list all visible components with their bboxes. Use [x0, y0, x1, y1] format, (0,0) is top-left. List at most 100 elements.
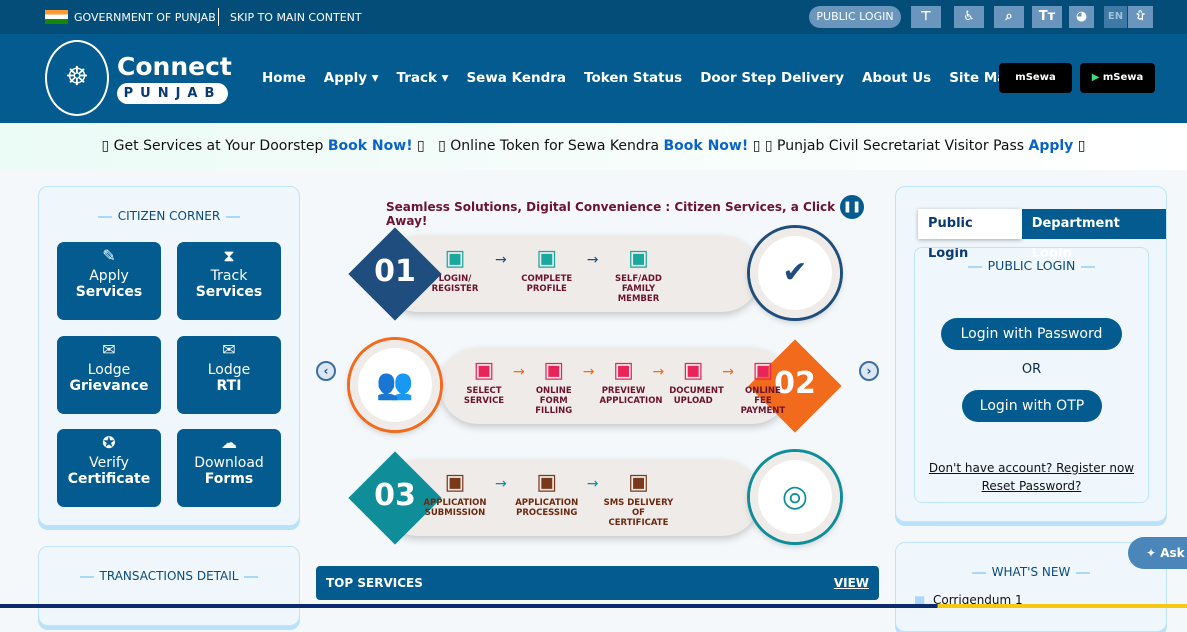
- process-step: ▣ COMPLETE PROFILE: [512, 244, 582, 294]
- citizen-icon: ✪: [102, 433, 116, 452]
- accessibility-icon[interactable]: ♿: [954, 6, 984, 28]
- citizen-button-bottom: Certificate: [67, 471, 151, 487]
- skip-to-main-link[interactable]: SKIP TO MAIN CONTENT: [230, 11, 362, 24]
- citizen-corner-panel: CITIZEN CORNER ✎ Apply Services ⧗ Track Servi…: [38, 186, 300, 526]
- step-label: ONLINE FORM FILLING: [535, 386, 573, 416]
- arrow-icon: →: [586, 476, 599, 492]
- punjab-emblem-logo[interactable]: ☸: [45, 40, 109, 116]
- citizen-button-verify-certificate[interactable]: ✪ Verify Certificate: [57, 429, 161, 507]
- divider: [218, 8, 219, 26]
- ask-assistant-button[interactable]: ✦ Ask: [1128, 537, 1187, 569]
- transactions-title: TRANSACTIONS DETAIL: [39, 569, 299, 583]
- text-size-icon[interactable]: Tт: [1032, 6, 1062, 28]
- carousel-prev-button[interactable]: ‹: [316, 361, 336, 381]
- nav-token-status[interactable]: Token Status: [584, 70, 682, 86]
- step-label: COMPLETE PROFILE: [521, 274, 573, 294]
- citizen-button-download-forms[interactable]: ☁ Download Forms: [177, 429, 281, 507]
- process-row-02: 02 👥 ▣ SELECT SERVICE → ▣ ONLINE FORM FILLIN…: [350, 338, 842, 434]
- step-icon: ▣: [613, 358, 634, 383]
- palette-icon[interactable]: ◕: [1069, 6, 1094, 28]
- language-punjabi-button[interactable]: ਪੰ: [1128, 6, 1153, 28]
- step-number: 01: [374, 254, 416, 289]
- apply-link[interactable]: Apply: [1029, 138, 1074, 154]
- nav-home[interactable]: Home: [262, 70, 306, 86]
- step-label: SELF/ADD FAMILY MEMBER: [614, 274, 662, 304]
- top-services-bar: TOP SERVICES VIEW: [316, 566, 879, 600]
- process-step: ▣ ONLINE FORM FILLING: [530, 356, 578, 416]
- ticker-text: Online Token for Sewa Kendra: [450, 138, 664, 154]
- login-with-otp-button[interactable]: Login with OTP: [962, 390, 1102, 422]
- step-icon: ▣: [543, 358, 565, 383]
- language-en-button[interactable]: EN: [1104, 6, 1127, 28]
- ticker-text: Punjab Civil Secretariat Visitor Pass: [777, 138, 1029, 154]
- step-icon: ▣: [536, 246, 558, 271]
- search-icon[interactable]: ⌕: [994, 6, 1024, 28]
- box-glyph: ▯: [752, 138, 761, 154]
- view-link[interactable]: VIEW: [834, 576, 869, 590]
- step-label: LOGIN/ REGISTER: [431, 274, 479, 294]
- citizen-button-track-services[interactable]: ⧗ Track Services: [177, 242, 281, 320]
- step-label: PREVIEW APPLICATION: [599, 386, 663, 406]
- nav-about-us[interactable]: About Us: [862, 70, 931, 86]
- step-icon: ▣: [682, 358, 704, 383]
- group-icon: 👥: [350, 340, 440, 430]
- step-label: DOCUMENT UPLOAD: [669, 386, 724, 406]
- box-glyph: ▯: [438, 138, 446, 154]
- location-check-icon: ✔: [750, 228, 840, 318]
- citizen-button-top: Lodge: [207, 362, 251, 378]
- play-store-button[interactable]: ▶ mSewa: [1080, 63, 1155, 93]
- citizen-button-lodge-rti[interactable]: ✉ Lodge RTI: [177, 336, 281, 414]
- step-icon: ▣: [444, 470, 466, 495]
- nav-apply[interactable]: Apply ▾: [324, 70, 379, 86]
- tab-public-login[interactable]: Public Login: [918, 209, 1022, 261]
- citizen-button-top: Track: [210, 268, 248, 284]
- process-steps: ▣ LOGIN/ REGISTER → ▣ COMPLETE PROFILE → ▣ SELF…: [420, 244, 673, 304]
- citizen-corner-title: CITIZEN CORNER: [39, 209, 299, 223]
- play-store-label: mSewa: [1102, 72, 1144, 83]
- citizen-button-bottom: Services: [75, 284, 143, 300]
- process-step: ▣ ONLINE FEE PAYMENT: [739, 356, 787, 416]
- ask-label: Ask: [1160, 546, 1185, 560]
- nav-sewa-kendra[interactable]: Sewa Kendra: [466, 70, 566, 86]
- sitemap-icon[interactable]: ⊤: [911, 6, 941, 28]
- nav-track[interactable]: Track ▾: [396, 70, 448, 86]
- services-banner: Seamless Solutions, Digital Convenience …: [316, 186, 879, 566]
- government-label: GOVERNMENT OF PUNJAB: [74, 11, 216, 24]
- step-icon: ▣: [628, 470, 649, 495]
- step-number: 03: [374, 478, 416, 513]
- tab-department-login[interactable]: Department Login: [1021, 209, 1166, 261]
- citizen-button-top: Download: [194, 455, 264, 471]
- public-login-title: PUBLIC LOGIN: [915, 258, 1148, 273]
- step-icon: ▣: [444, 246, 466, 271]
- book-now-link[interactable]: Book Now!: [664, 138, 749, 154]
- citizen-button-lodge-grievance[interactable]: ✉ Lodge Grievance: [57, 336, 161, 414]
- carousel-next-button[interactable]: ›: [859, 361, 879, 381]
- app-store-button[interactable]: mSewa: [999, 63, 1072, 93]
- process-step: ▣ SELF/ADD FAMILY MEMBER: [603, 244, 673, 304]
- login-with-password-button[interactable]: Login with Password: [941, 318, 1122, 350]
- brand-sub: PUNJAB: [117, 83, 228, 104]
- reset-password-link[interactable]: Reset Password?: [915, 479, 1148, 493]
- process-step: ▣ APPLICATION PROCESSING: [512, 468, 582, 518]
- process-step: ▣ SELECT SERVICE: [460, 356, 508, 406]
- citizen-button-apply-services[interactable]: ✎ Apply Services: [57, 242, 161, 320]
- process-row-03: 03 ◎ ▣ APPLICATION SUBMISSION → ▣ APPLICATIO…: [348, 450, 840, 546]
- brand-name[interactable]: Connect: [117, 52, 232, 81]
- step-icon: ▣: [473, 358, 495, 383]
- box-glyph: ▯: [764, 138, 773, 154]
- citizen-icon: ☁: [221, 433, 237, 452]
- main-nav: ☸ Connect PUNJAB Home Apply ▾ Track ▾ Se…: [0, 34, 1187, 123]
- arrow-icon: →: [722, 364, 734, 380]
- step-icon: ▣: [628, 246, 649, 271]
- process-steps: ▣ APPLICATION SUBMISSION → ▣ APPLICATION PRO…: [420, 468, 673, 528]
- step-label: APPLICATION SUBMISSION: [423, 498, 487, 518]
- nav-door-step-delivery[interactable]: Door Step Delivery: [700, 70, 844, 86]
- public-login-button[interactable]: PUBLIC LOGIN: [809, 6, 901, 28]
- target-icon: ◎: [750, 452, 840, 542]
- book-now-link[interactable]: Book Now!: [328, 138, 413, 154]
- pause-button[interactable]: ❚❚: [840, 195, 864, 219]
- top-bar: GOVERNMENT OF PUNJAB SKIP TO MAIN CONTEN…: [0, 0, 1187, 34]
- register-link[interactable]: Don't have account? Register now: [915, 461, 1148, 475]
- citizen-button-bottom: RTI: [216, 378, 242, 394]
- step-label: ONLINE FEE PAYMENT: [740, 386, 786, 416]
